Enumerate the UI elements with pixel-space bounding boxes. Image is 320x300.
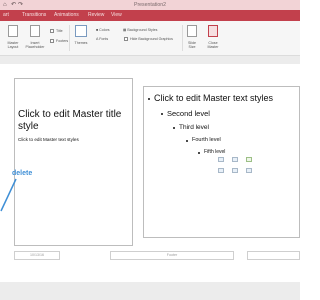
background-styles-button[interactable]: ▦ Background Styles: [123, 28, 157, 32]
date-placeholder[interactable]: 10/13/16: [14, 251, 60, 260]
background-styles-label: Background Styles: [127, 28, 158, 32]
slide-number-placeholder[interactable]: [247, 251, 300, 260]
body-level-1: Click to edit Master text styles: [154, 93, 274, 103]
body-level-3: Third level: [179, 124, 209, 131]
bullet-icon: [173, 127, 175, 129]
tab-review[interactable]: Review: [88, 12, 104, 19]
close-master-button[interactable]: Close Master: [203, 41, 223, 49]
fonts-label: Fonts: [99, 37, 109, 41]
footers-check-label: Footers: [56, 39, 69, 43]
close-master-icon[interactable]: [208, 25, 218, 37]
tab-transitions[interactable]: Transitions: [22, 12, 46, 19]
slide-size-icon[interactable]: [187, 25, 197, 37]
bullet-icon: [161, 113, 163, 115]
title-placeholder-text: Click to edit Master title style: [18, 109, 122, 132]
ribbon: Master Layout Insert Placeholder Title F…: [0, 21, 300, 56]
tab-animations[interactable]: Animations: [54, 12, 79, 19]
insert-clipart-icon[interactable]: [232, 168, 238, 173]
themes-icon[interactable]: [75, 25, 87, 37]
slide-master: Click to edit Master title style Click t…: [0, 64, 300, 282]
title-check-label: Title: [56, 29, 63, 33]
insert-smartart-icon[interactable]: [246, 157, 252, 162]
ribbon-separator: [69, 25, 70, 51]
themes-button[interactable]: Themes: [71, 41, 91, 45]
status-bar: [0, 282, 300, 300]
window-title: Presentation2: [133, 2, 166, 8]
hide-background-checkbox[interactable]: [124, 37, 128, 41]
master-layout-icon[interactable]: [8, 25, 18, 37]
ribbon-tab-bar: art Transitions Animations Review View: [0, 10, 300, 21]
title-placeholder-subtext: Click to edit Master text styles: [18, 137, 79, 142]
insert-placeholder-icon[interactable]: [30, 25, 40, 37]
insert-picture-icon[interactable]: [218, 168, 224, 173]
bullet-icon: [148, 98, 150, 100]
title-bar: ⌂ ↶ ↷ Presentation2: [0, 0, 300, 10]
body-level-4: Fourth level: [192, 137, 221, 143]
fonts-button[interactable]: A Fonts: [96, 37, 108, 41]
title-checkbox[interactable]: [50, 29, 54, 33]
body-placeholder[interactable]: Click to edit Master text styles Second …: [143, 86, 300, 238]
body-level-2: Second level: [167, 109, 210, 118]
bullet-icon: [186, 140, 188, 142]
insert-placeholder-button[interactable]: Insert Placeholder: [22, 41, 48, 49]
bullet-icon: [198, 152, 200, 154]
footers-checkbox[interactable]: [50, 39, 54, 43]
insert-table-icon[interactable]: [218, 157, 224, 162]
colors-button[interactable]: ■ Colors: [96, 28, 110, 32]
insert-chart-icon[interactable]: [232, 157, 238, 162]
hide-background-label: Hide Background Graphics: [130, 37, 173, 41]
tab-view[interactable]: View: [111, 12, 122, 19]
slide-size-button[interactable]: Slide Size: [182, 41, 202, 49]
insert-media-icon[interactable]: [246, 168, 252, 173]
body-level-5: Fifth level: [204, 149, 226, 155]
footer-placeholder[interactable]: Footer: [110, 251, 234, 260]
tab-insert[interactable]: art: [3, 12, 9, 19]
master-layout-button[interactable]: Master Layout: [2, 41, 24, 49]
colors-label: Colors: [99, 28, 110, 32]
title-placeholder[interactable]: Click to edit Master title style Click t…: [14, 78, 133, 246]
annotation-arrow-icon: [0, 178, 17, 212]
